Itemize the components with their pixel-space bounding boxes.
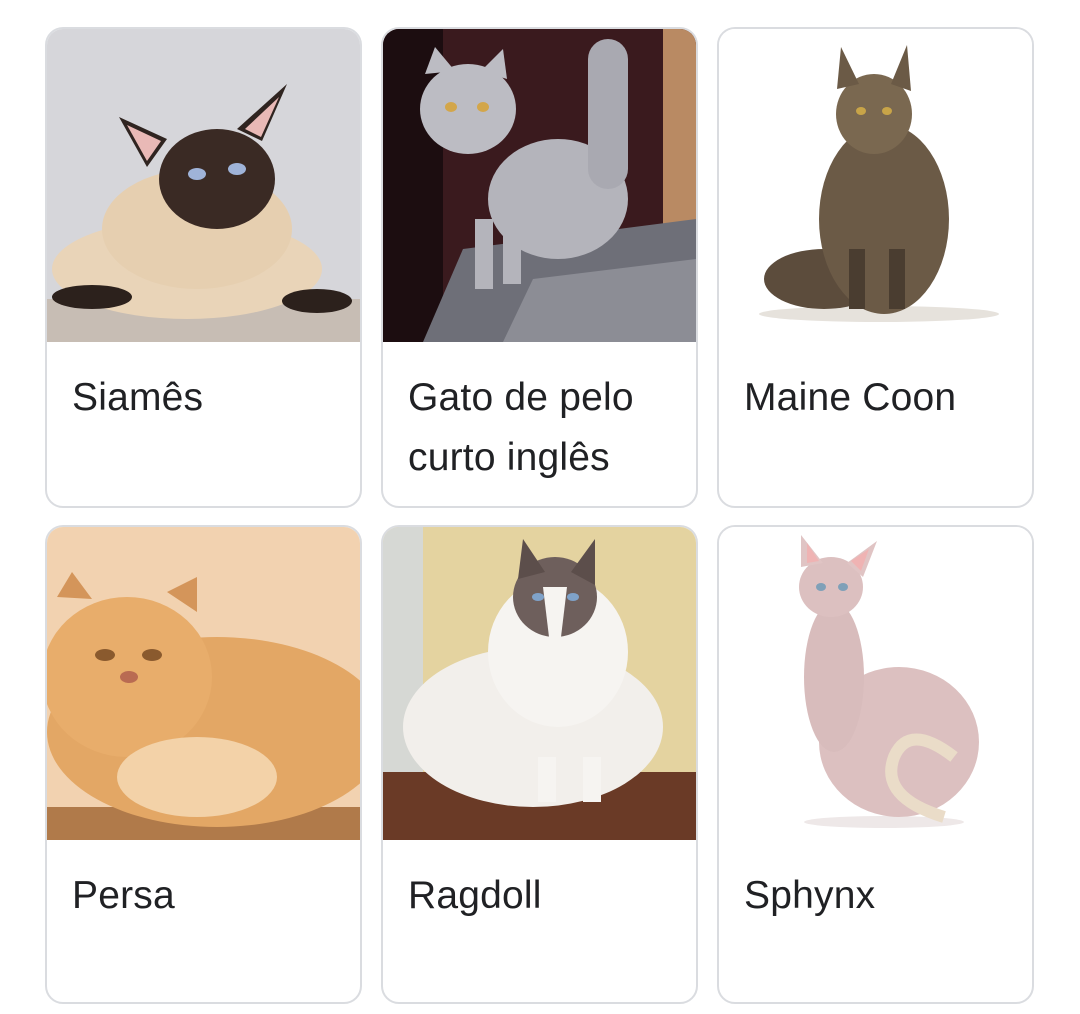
breed-card-persa[interactable]: Persa bbox=[45, 525, 362, 1004]
breed-name: Gato de pelo curto inglês bbox=[408, 376, 634, 479]
persian-cat-photo-icon bbox=[47, 527, 360, 840]
breed-name: Ragdoll bbox=[408, 874, 542, 917]
breed-name: Maine Coon bbox=[744, 376, 957, 419]
breed-card-gato-de-pelo-curto-ingles[interactable]: Gato de pelo curto inglês bbox=[381, 27, 698, 508]
ragdoll-cat-photo-icon bbox=[383, 527, 696, 840]
breed-card-ragdoll[interactable]: Ragdoll bbox=[381, 525, 698, 1004]
breed-name: Persa bbox=[72, 874, 175, 917]
maine-coon-cat-photo-icon bbox=[719, 29, 1032, 342]
sphynx-cat-photo-icon bbox=[719, 527, 1032, 840]
breed-name: Sphynx bbox=[744, 874, 876, 917]
breed-card-maine-coon[interactable]: Maine Coon bbox=[717, 27, 1034, 508]
british-shorthair-cat-photo-icon bbox=[383, 29, 696, 342]
breed-name: Siamês bbox=[72, 376, 204, 419]
breed-card-siames[interactable]: Siamês bbox=[45, 27, 362, 508]
breed-card-sphynx[interactable]: Sphynx bbox=[717, 525, 1034, 1004]
cat-breeds-grid: Siamês Gato de pelo curto inglês Maine C… bbox=[45, 27, 1035, 1004]
siamese-cat-photo-icon bbox=[47, 29, 360, 342]
